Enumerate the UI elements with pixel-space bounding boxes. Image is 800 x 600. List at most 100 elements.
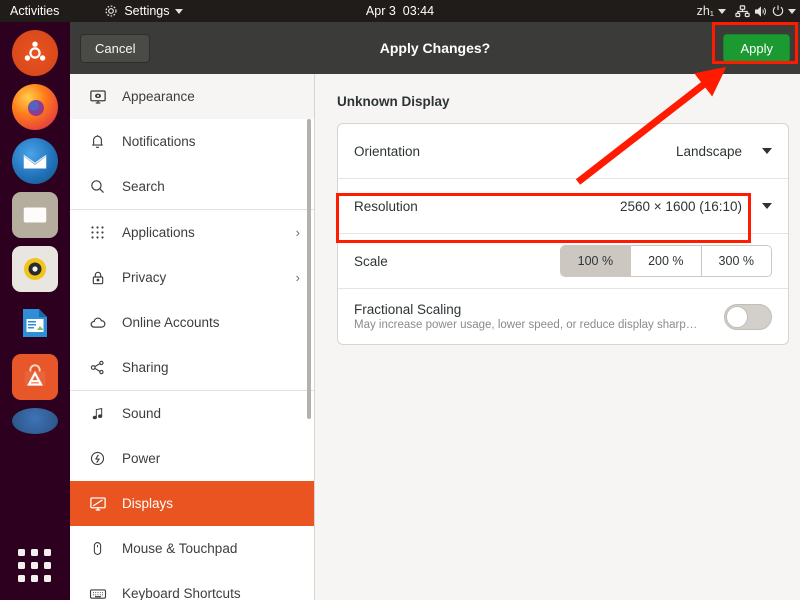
sidebar-scrollbar[interactable]: [307, 119, 311, 419]
app-grid-dot: [31, 562, 38, 569]
ubuntu-dock: [0, 22, 70, 600]
fractional-scaling-row: Fractional Scaling May increase power us…: [338, 289, 788, 344]
toggle-knob: [726, 305, 748, 328]
clock-date: Apr 3: [365, 4, 396, 18]
cloud-icon: [88, 313, 107, 332]
resolution-value: 2560 × 1600 (16:10): [620, 198, 742, 214]
appearance-icon: [88, 87, 107, 106]
sidebar-item-online-accounts[interactable]: Online Accounts: [70, 300, 314, 345]
display-settings-card: Orientation Landscape Resolution 2560 × …: [337, 123, 789, 345]
power-icon[interactable]: [770, 3, 786, 19]
sidebar-item-label: Appearance: [122, 89, 195, 104]
fractional-scaling-toggle[interactable]: [724, 303, 772, 330]
help-icon[interactable]: [12, 408, 58, 434]
chevron-down-icon: [174, 8, 183, 14]
gnome-top-bar: Activities Settings Apr 3 03:44 zh₁: [0, 0, 800, 22]
app-menu-settings[interactable]: Settings: [95, 0, 190, 22]
sidebar-item-displays[interactable]: Displays: [70, 481, 314, 526]
mouse-icon: [88, 539, 107, 558]
sidebar-item-label: Search: [122, 179, 165, 194]
chevron-down-icon[interactable]: [762, 148, 772, 154]
activities-label: Activities: [10, 4, 60, 18]
sidebar-item-appearance[interactable]: Appearance: [70, 74, 314, 119]
scale-option-300[interactable]: 300 %: [701, 246, 771, 276]
orientation-label: Orientation: [354, 143, 421, 159]
app-grid-dot: [18, 549, 25, 556]
window-title: Apply Changes?: [379, 40, 491, 56]
chevron-right-icon: ›: [295, 225, 300, 240]
sidebar-item-label: Sound: [122, 406, 162, 421]
sidebar-item-sound[interactable]: Sound: [70, 391, 314, 436]
window-header-bar: Cancel Apply Changes? Apply: [70, 22, 800, 74]
clock-time: 03:44: [402, 4, 435, 18]
gear-icon: [103, 3, 119, 19]
app-grid-dot: [18, 575, 25, 582]
app-grid-dot: [44, 562, 51, 569]
input-method-label: zh₁: [696, 4, 714, 18]
chevron-right-icon: ›: [295, 270, 300, 285]
sidebar-item-power[interactable]: Power: [70, 436, 314, 481]
sidebar-item-label: Power: [122, 451, 161, 466]
fractional-scaling-text: Fractional Scaling May increase power us…: [354, 302, 714, 331]
show-applications-button[interactable]: [15, 546, 55, 586]
scale-option-200[interactable]: 200 %: [631, 246, 702, 276]
firefox-icon[interactable]: [12, 84, 58, 130]
app-grid-dot: [31, 575, 38, 582]
settings-sidebar: Appearance Notifications Search Applicat…: [70, 74, 315, 600]
app-grid-dot: [18, 562, 25, 569]
lock-icon: [88, 268, 107, 287]
resolution-row[interactable]: Resolution 2560 × 1600 (16:10): [338, 179, 788, 234]
chevron-down-icon[interactable]: [788, 8, 796, 14]
scale-label: Scale: [354, 253, 388, 269]
libreoffice-writer-icon[interactable]: [12, 300, 58, 346]
apply-button[interactable]: Apply: [723, 33, 790, 63]
sidebar-item-privacy[interactable]: Privacy ›: [70, 255, 314, 300]
sidebar-item-label: Keyboard Shortcuts: [122, 586, 241, 600]
chevron-down-icon[interactable]: [762, 203, 772, 209]
sidebar-item-label: Displays: [122, 496, 174, 511]
ubuntu-help-icon[interactable]: [12, 30, 58, 76]
sidebar-item-label: Notifications: [122, 134, 196, 149]
sidebar-item-applications[interactable]: Applications ›: [70, 210, 314, 255]
sidebar-item-label: Mouse & Touchpad: [122, 541, 238, 556]
sidebar-item-mouse-touchpad[interactable]: Mouse & Touchpad: [70, 526, 314, 571]
app-grid-dot: [31, 549, 38, 556]
system-status-area[interactable]: zh₁: [691, 0, 796, 22]
clock-button[interactable]: Apr 3 03:44: [330, 4, 470, 18]
sidebar-item-notifications[interactable]: Notifications: [70, 119, 314, 164]
resolution-label: Resolution: [354, 198, 418, 214]
displays-icon: [88, 494, 107, 513]
sidebar-item-search[interactable]: Search: [70, 164, 314, 209]
thunderbird-icon[interactable]: [12, 138, 58, 184]
search-icon: [88, 177, 107, 196]
ubuntu-software-icon[interactable]: [12, 354, 58, 400]
chevron-down-icon: [718, 8, 726, 14]
page-title: Unknown Display: [337, 94, 450, 109]
cancel-button[interactable]: Cancel: [80, 33, 151, 63]
scale-option-100[interactable]: 100 %: [560, 246, 632, 276]
activities-button[interactable]: Activities: [0, 0, 67, 22]
settings-window: Cancel Apply Changes? Apply Appearance N…: [70, 22, 800, 600]
rhythmbox-icon[interactable]: [12, 246, 58, 292]
window-body: Appearance Notifications Search Applicat…: [70, 74, 800, 600]
orientation-value: Landscape: [675, 143, 742, 159]
sidebar-item-sharing[interactable]: Sharing: [70, 345, 314, 390]
scale-row: Scale 100 % 200 % 300 %: [338, 234, 788, 289]
input-method-indicator[interactable]: zh₁: [691, 4, 732, 18]
app-grid-dot: [44, 549, 51, 556]
network-icon[interactable]: [734, 3, 750, 19]
screen: Activities Settings Apr 3 03:44 zh₁ Canc…: [0, 0, 800, 600]
displays-panel: Unknown Display Orientation Landscape Re…: [315, 74, 800, 600]
bell-icon: [88, 132, 107, 151]
scale-segmented-control[interactable]: 100 % 200 % 300 %: [559, 245, 772, 277]
app-menu-label: Settings: [124, 4, 170, 18]
volume-icon[interactable]: [752, 3, 768, 19]
sidebar-item-keyboard-shortcuts[interactable]: Keyboard Shortcuts: [70, 571, 314, 600]
fractional-scaling-label: Fractional Scaling: [354, 302, 462, 317]
app-grid-dot: [44, 575, 51, 582]
sidebar-item-label: Privacy: [122, 270, 167, 285]
orientation-row[interactable]: Orientation Landscape: [338, 124, 788, 179]
files-icon[interactable]: [12, 192, 58, 238]
share-icon: [88, 358, 107, 377]
grid-icon: [88, 223, 107, 242]
